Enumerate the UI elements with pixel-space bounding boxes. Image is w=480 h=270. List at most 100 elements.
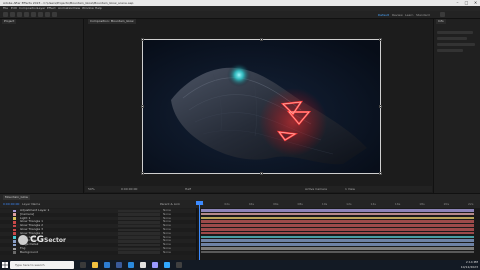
layer-duration-bar[interactable] bbox=[201, 209, 474, 212]
parent-header: Parent & Link bbox=[160, 202, 180, 206]
transform-handle[interactable] bbox=[379, 172, 382, 175]
transform-handle[interactable] bbox=[141, 38, 144, 41]
transform-handle[interactable] bbox=[141, 105, 144, 108]
layer-label-color[interactable] bbox=[13, 220, 16, 224]
render-preview bbox=[143, 40, 380, 173]
rotate-tool-icon[interactable] bbox=[31, 12, 36, 17]
time-ruler[interactable]: 0s02s04s06s08s10s12s14s16s18s20s22s bbox=[196, 200, 480, 208]
layer-parent-select[interactable]: None bbox=[163, 250, 171, 255]
layer-label-color[interactable] bbox=[13, 209, 16, 213]
layer-switches[interactable] bbox=[118, 236, 160, 239]
playhead-line[interactable] bbox=[199, 201, 200, 260]
layer-switches[interactable] bbox=[118, 217, 160, 220]
layer-label-color[interactable] bbox=[13, 251, 16, 254]
layer-duration-bar[interactable] bbox=[201, 224, 474, 227]
view-layout-select[interactable]: 1 View bbox=[345, 186, 355, 192]
layer-duration-bar[interactable] bbox=[201, 239, 474, 242]
playhead-handle[interactable] bbox=[196, 201, 203, 205]
layer-label-color[interactable] bbox=[13, 247, 16, 251]
watermark-text: CGSector bbox=[30, 234, 66, 247]
transform-handle[interactable] bbox=[379, 38, 382, 41]
tools-bar: Default Review Learn Standard bbox=[0, 11, 480, 19]
workspace-review[interactable]: Review bbox=[392, 11, 403, 19]
layer-switches[interactable] bbox=[118, 220, 160, 224]
layer-row[interactable]: Background None bbox=[0, 250, 196, 255]
panel-row bbox=[437, 31, 473, 34]
layer-duration-bar[interactable] bbox=[201, 228, 474, 231]
timeline-timecode[interactable]: 0:00:00:00 bbox=[3, 200, 19, 208]
layer-label-color[interactable] bbox=[13, 236, 16, 239]
layer-duration-bar[interactable] bbox=[201, 212, 474, 216]
layer-duration-bar[interactable] bbox=[201, 243, 474, 246]
layer-switches[interactable] bbox=[118, 239, 160, 243]
store-icon[interactable] bbox=[116, 262, 122, 268]
camera-tool-icon[interactable] bbox=[38, 12, 43, 17]
clock-date[interactable]: 10/12/2023 bbox=[452, 265, 478, 270]
cgsector-watermark: CGSector bbox=[18, 234, 88, 246]
ruler-tick-label: 06s bbox=[273, 202, 279, 206]
windows-start-icon[interactable] bbox=[2, 262, 8, 268]
media-icon[interactable] bbox=[176, 262, 182, 268]
layer-switches[interactable] bbox=[118, 228, 160, 232]
selection-tool-icon[interactable] bbox=[10, 12, 15, 17]
ruler-tick-label: 16s bbox=[394, 202, 401, 206]
tab-composition[interactable]: Composition: Mountain_Glow bbox=[88, 19, 136, 24]
tab-project[interactable]: Project bbox=[2, 19, 17, 24]
layer-switches[interactable] bbox=[118, 247, 160, 251]
taskbar-search-input[interactable]: Type here to search bbox=[10, 261, 74, 269]
layer-duration-bar[interactable] bbox=[201, 220, 474, 223]
zoom-tool-icon[interactable] bbox=[24, 12, 29, 17]
project-panel: Project bbox=[0, 19, 84, 193]
layer-label-color[interactable] bbox=[13, 213, 16, 216]
search-help-icon[interactable] bbox=[440, 12, 445, 17]
home-icon[interactable] bbox=[3, 12, 8, 17]
edge-icon[interactable] bbox=[104, 262, 110, 268]
transform-handle[interactable] bbox=[141, 172, 144, 175]
layer-switches[interactable] bbox=[118, 213, 160, 216]
timecode-display[interactable]: 0:00:00:00 bbox=[121, 186, 137, 192]
ruler-tick-label: 12s bbox=[346, 202, 352, 206]
layer-switches[interactable] bbox=[118, 243, 160, 247]
layer-label-color[interactable] bbox=[13, 243, 16, 247]
workspace-learn[interactable]: Learn bbox=[405, 11, 413, 19]
layer-duration-bar[interactable] bbox=[201, 216, 474, 220]
layer-label-color[interactable] bbox=[13, 217, 16, 220]
camera-select[interactable]: Active Camera bbox=[305, 186, 327, 192]
layer-duration-bar[interactable] bbox=[201, 235, 474, 239]
watermark-prefix: CG bbox=[30, 235, 44, 245]
layer-switches[interactable] bbox=[118, 232, 160, 235]
task-view-icon[interactable] bbox=[80, 262, 86, 268]
viewer-controls: 50% 0:00:00:00 Half Active Camera 1 View bbox=[85, 186, 432, 192]
layer-duration-bar[interactable] bbox=[201, 247, 474, 250]
layer-name[interactable]: Background bbox=[20, 250, 38, 255]
layer-label-color[interactable] bbox=[13, 228, 16, 232]
transform-handle[interactable] bbox=[260, 38, 263, 41]
file-explorer-icon[interactable] bbox=[92, 262, 98, 268]
resolution-select[interactable]: Half bbox=[185, 186, 191, 192]
layer-label-color[interactable] bbox=[13, 232, 16, 235]
layer-label-color[interactable] bbox=[13, 224, 16, 228]
composition-viewer[interactable] bbox=[142, 39, 381, 174]
layer-duration-bar[interactable] bbox=[201, 250, 474, 254]
pen-tool-icon[interactable] bbox=[45, 12, 50, 17]
workspace-default[interactable]: Default bbox=[378, 11, 389, 19]
panel-row bbox=[437, 43, 475, 46]
chrome-icon[interactable] bbox=[140, 262, 146, 268]
layer-duration-bar[interactable] bbox=[201, 231, 474, 235]
workspace-standard[interactable]: Standard bbox=[416, 11, 430, 19]
info-panel: Info bbox=[433, 19, 480, 193]
photoshop-icon[interactable] bbox=[164, 262, 170, 268]
hand-tool-icon[interactable] bbox=[17, 12, 22, 17]
transform-handle[interactable] bbox=[260, 172, 263, 175]
after-effects-icon[interactable] bbox=[152, 262, 158, 268]
layer-switches[interactable] bbox=[118, 224, 160, 228]
mail-icon[interactable] bbox=[128, 262, 134, 268]
transform-handle[interactable] bbox=[379, 105, 382, 108]
type-tool-icon[interactable] bbox=[52, 12, 57, 17]
zoom-select[interactable]: 50% bbox=[88, 186, 95, 192]
layer-switches[interactable] bbox=[118, 251, 160, 254]
tab-info[interactable]: Info bbox=[436, 19, 446, 24]
layer-switches[interactable] bbox=[118, 209, 160, 213]
ruler-tick-label: 20s bbox=[443, 202, 450, 206]
layer-label-color[interactable] bbox=[13, 239, 16, 243]
